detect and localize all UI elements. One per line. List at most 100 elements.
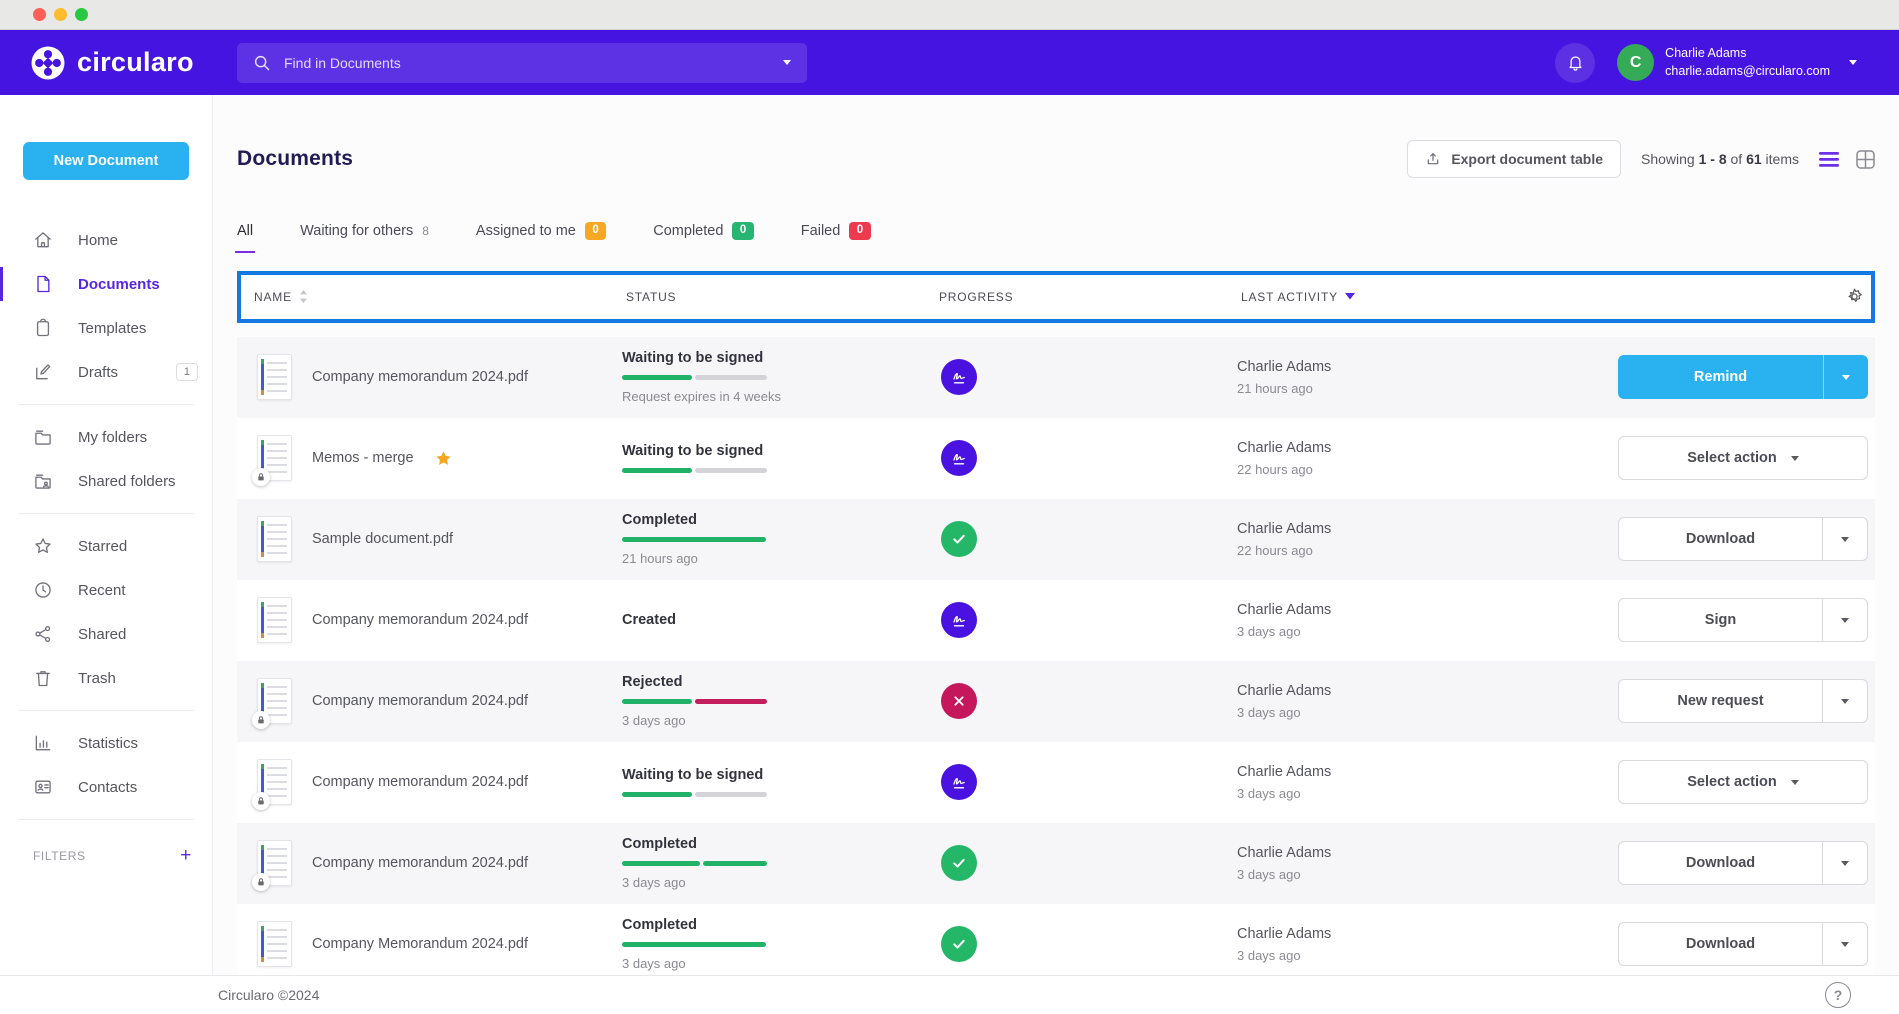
document-name[interactable]: Company memorandum 2024.pdf bbox=[312, 855, 528, 871]
action-dropdown-caret[interactable] bbox=[1822, 599, 1867, 641]
action-dropdown-caret[interactable] bbox=[1823, 355, 1868, 399]
tab-count-badge: 0 bbox=[732, 222, 753, 240]
row-action-button[interactable]: Select action bbox=[1618, 436, 1868, 480]
row-action-button[interactable]: New request bbox=[1618, 679, 1868, 723]
document-row[interactable]: Company memorandum 2024.pdf Completed 3 … bbox=[237, 823, 1875, 904]
column-name-label[interactable]: NAME bbox=[254, 290, 292, 304]
document-name[interactable]: Company memorandum 2024.pdf bbox=[312, 612, 528, 628]
row-action-button[interactable]: Select action bbox=[1618, 760, 1868, 804]
filters-label: FILTERS bbox=[33, 849, 86, 863]
sidebar-item-drafts[interactable]: Drafts 1 bbox=[0, 350, 212, 394]
add-filter-button[interactable]: + bbox=[180, 846, 192, 865]
document-thumbnail-icon bbox=[257, 921, 292, 967]
caret-down-icon[interactable] bbox=[1345, 293, 1355, 300]
sidebar-item-contacts[interactable]: Contacts bbox=[0, 765, 212, 809]
export-document-table-button[interactable]: Export document table bbox=[1407, 140, 1621, 178]
clock-icon bbox=[33, 580, 53, 600]
tab-failed[interactable]: Failed0 bbox=[801, 222, 871, 253]
window-close-button[interactable] bbox=[33, 8, 46, 21]
document-name[interactable]: Memos - merge bbox=[312, 450, 414, 466]
tab-label: Assigned to me bbox=[476, 223, 576, 239]
document-name[interactable]: Company memorandum 2024.pdf bbox=[312, 369, 528, 385]
new-document-button[interactable]: New Document bbox=[23, 142, 189, 180]
user-name: Charlie Adams bbox=[1665, 45, 1830, 63]
sort-arrows-icon[interactable] bbox=[299, 290, 308, 303]
sidebar-item-templates[interactable]: Templates bbox=[0, 306, 212, 350]
window-minimize-button[interactable] bbox=[54, 8, 67, 21]
sidebar-item-home[interactable]: Home bbox=[0, 218, 212, 262]
document-row[interactable]: Company memorandum 2024.pdf Rejected 3 d… bbox=[237, 661, 1875, 742]
sidebar-divider bbox=[18, 819, 194, 820]
row-action-button[interactable]: Download bbox=[1618, 922, 1868, 966]
document-row[interactable]: Memos - merge Waiting to be signed Charl… bbox=[237, 418, 1875, 499]
sidebar-item-my-folders[interactable]: My folders bbox=[0, 415, 212, 459]
sidebar-item-shared-folders[interactable]: Shared folders bbox=[0, 459, 212, 503]
last-activity-actor: Charlie Adams bbox=[1237, 764, 1613, 780]
progress-bar bbox=[622, 468, 768, 473]
document-thumbnail-icon bbox=[257, 354, 292, 400]
tab-assigned-to-me[interactable]: Assigned to me0 bbox=[476, 222, 606, 253]
user-menu[interactable]: C Charlie Adams charlie.adams@circularo.… bbox=[1617, 44, 1857, 81]
sidebar-item-recent[interactable]: Recent bbox=[0, 568, 212, 612]
row-action-button[interactable]: Download bbox=[1618, 517, 1868, 561]
document-icon bbox=[33, 274, 53, 294]
tab-completed[interactable]: Completed 0 bbox=[653, 222, 754, 253]
tab-waiting-for-others[interactable]: Waiting for others8 bbox=[300, 222, 429, 253]
global-search-input[interactable]: Find in Documents bbox=[237, 43, 807, 83]
sidebar-item-label: Contacts bbox=[78, 779, 137, 796]
document-row[interactable]: Sample document.pdf Completed 21 hours a… bbox=[237, 499, 1875, 580]
column-progress-label[interactable]: PROGRESS bbox=[939, 290, 1013, 304]
share-icon bbox=[33, 624, 53, 644]
document-name[interactable]: Company memorandum 2024.pdf bbox=[312, 774, 528, 790]
window-zoom-button[interactable] bbox=[75, 8, 88, 21]
lock-icon bbox=[252, 792, 270, 810]
sidebar-item-trash[interactable]: Trash bbox=[0, 656, 212, 700]
bell-icon bbox=[1566, 53, 1585, 72]
notifications-button[interactable] bbox=[1555, 43, 1595, 83]
sidebar-item-shared[interactable]: Shared bbox=[0, 612, 212, 656]
row-action-button[interactable]: Sign bbox=[1618, 598, 1868, 642]
lock-icon bbox=[252, 468, 270, 486]
sidebar-divider bbox=[18, 404, 194, 405]
document-row[interactable]: Company memorandum 2024.pdf Created Char… bbox=[237, 580, 1875, 661]
tab-all[interactable]: All bbox=[237, 222, 253, 253]
row-action-button[interactable]: Remind bbox=[1618, 355, 1868, 399]
brand-logo[interactable]: circularo bbox=[0, 45, 212, 81]
progress-bar bbox=[622, 699, 768, 704]
sidebar-item-documents[interactable]: Documents bbox=[0, 262, 212, 306]
action-dropdown-caret[interactable] bbox=[1822, 680, 1867, 722]
column-status-label[interactable]: STATUS bbox=[626, 290, 676, 304]
cross-icon-badge bbox=[941, 683, 977, 719]
action-label: Download bbox=[1619, 518, 1822, 560]
row-action-button[interactable]: Download bbox=[1618, 841, 1868, 885]
search-scope-caret-icon[interactable] bbox=[783, 60, 791, 65]
status-text: Waiting to be signed bbox=[622, 350, 935, 366]
document-row[interactable]: Company memorandum 2024.pdf Waiting to b… bbox=[237, 742, 1875, 823]
status-subtext: 3 days ago bbox=[622, 713, 935, 728]
column-last-activity-label[interactable]: LAST ACTIVITY bbox=[1241, 290, 1338, 304]
sidebar-item-statistics[interactable]: Statistics bbox=[0, 721, 212, 765]
action-dropdown-caret[interactable] bbox=[1822, 923, 1867, 965]
question-mark-icon[interactable]: ? bbox=[1825, 982, 1851, 1008]
document-name[interactable]: Sample document.pdf bbox=[312, 531, 453, 547]
progress-bar bbox=[622, 942, 768, 947]
action-dropdown-caret[interactable] bbox=[1822, 842, 1867, 884]
document-name[interactable]: Company memorandum 2024.pdf bbox=[312, 693, 528, 709]
signature-icon-badge bbox=[941, 440, 977, 476]
document-row[interactable]: Company Memorandum 2024.pdf Completed 3 … bbox=[237, 904, 1875, 985]
sidebar-item-label: Documents bbox=[78, 276, 160, 293]
window-titlebar bbox=[0, 0, 1899, 30]
folder-user-icon bbox=[33, 471, 53, 491]
tab-label: Completed bbox=[653, 223, 723, 239]
sidebar-item-starred[interactable]: Starred bbox=[0, 524, 212, 568]
list-view-icon[interactable] bbox=[1819, 152, 1839, 167]
grid-view-icon[interactable] bbox=[1856, 150, 1875, 169]
star-filled-icon[interactable] bbox=[434, 449, 453, 468]
action-dropdown-caret[interactable] bbox=[1822, 518, 1867, 560]
status-subtext: 3 days ago bbox=[622, 875, 935, 890]
sidebar-divider bbox=[18, 513, 194, 514]
contact-card-icon bbox=[33, 777, 53, 797]
gear-icon[interactable] bbox=[1845, 287, 1864, 306]
document-name[interactable]: Company Memorandum 2024.pdf bbox=[312, 936, 528, 952]
document-row[interactable]: Company memorandum 2024.pdf Waiting to b… bbox=[237, 337, 1875, 418]
